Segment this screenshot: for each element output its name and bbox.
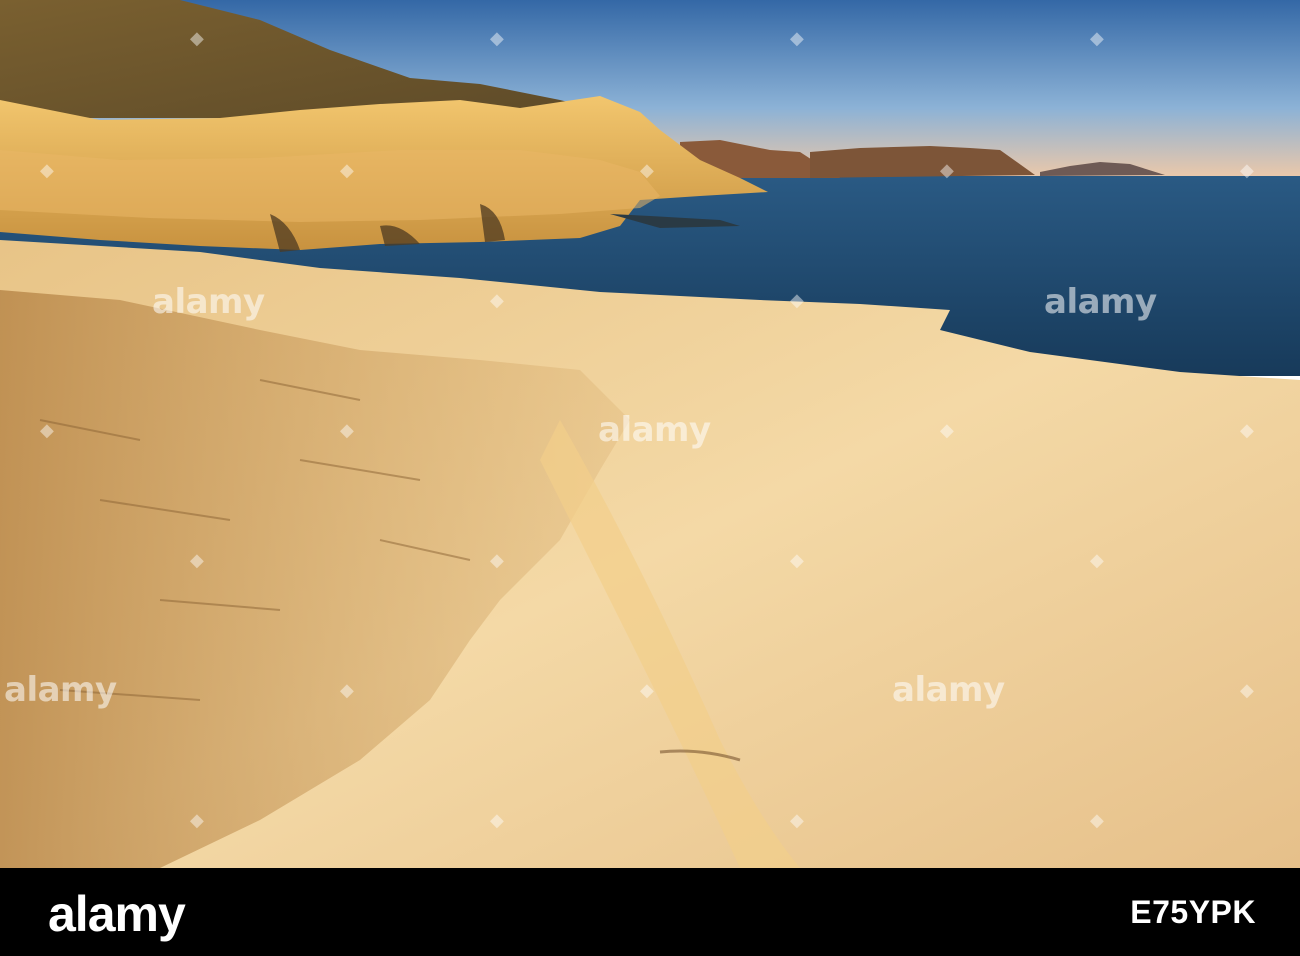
watermark-diamond-icon: ◆ — [640, 160, 654, 181]
watermark-diamond-icon: ◆ — [940, 420, 954, 441]
watermark-diamond-icon: ◆ — [190, 810, 204, 831]
watermark-diamond-icon: ◆ — [190, 28, 204, 49]
watermark-diamond-icon: ◆ — [1240, 160, 1254, 181]
watermark-diamond-icon: ◆ — [340, 680, 354, 701]
watermark-diamond-icon: ◆ — [490, 550, 504, 571]
watermark-text: alamy — [152, 282, 265, 322]
watermark-text: alamy — [892, 670, 1005, 710]
brand-logo[interactable]: alamy — [48, 886, 186, 942]
watermark-diamond-icon: ◆ — [340, 160, 354, 181]
watermark-text: alamy — [598, 410, 711, 450]
watermark-diamond-icon: ◆ — [40, 420, 54, 441]
watermark-diamond-icon: ◆ — [1090, 28, 1104, 49]
watermark-diamond-icon: ◆ — [1090, 550, 1104, 571]
watermark-diamond-icon: ◆ — [340, 420, 354, 441]
watermark-diamond-icon: ◆ — [190, 550, 204, 571]
brand-name: alamy — [48, 886, 186, 942]
footer-bar: alamy E75YPK — [0, 868, 1300, 956]
watermark-diamond-icon: ◆ — [1090, 810, 1104, 831]
watermark-diamond-icon: ◆ — [790, 290, 804, 311]
stock-photo-page: ◆ ◆ ◆ ◆ ◆ ◆ ◆ ◆ ◆ alamy ◆ ◆ alamy ◆ ◆ al… — [0, 0, 1300, 956]
watermark-diamond-icon: ◆ — [490, 810, 504, 831]
watermark-diamond-icon: ◆ — [1240, 420, 1254, 441]
watermark-text: alamy — [1044, 282, 1157, 322]
watermark-diamond-icon: ◆ — [490, 28, 504, 49]
watermark-diamond-icon: ◆ — [490, 290, 504, 311]
image-reference-id: E75YPK — [1130, 894, 1256, 930]
cliff-strata — [0, 150, 660, 222]
watermark-diamond-icon: ◆ — [790, 810, 804, 831]
watermark-diamond-icon: ◆ — [790, 28, 804, 49]
watermark-diamond-icon: ◆ — [790, 550, 804, 571]
watermark-text: alamy — [4, 670, 117, 710]
watermark-diamond-icon: ◆ — [640, 680, 654, 701]
watermark-diamond-icon: ◆ — [1240, 680, 1254, 701]
watermark-diamond-icon: ◆ — [940, 160, 954, 181]
watermark-diamond-icon: ◆ — [40, 160, 54, 181]
landscape-photo: ◆ ◆ ◆ ◆ ◆ ◆ ◆ ◆ ◆ alamy ◆ ◆ alamy ◆ ◆ al… — [0, 0, 1300, 868]
